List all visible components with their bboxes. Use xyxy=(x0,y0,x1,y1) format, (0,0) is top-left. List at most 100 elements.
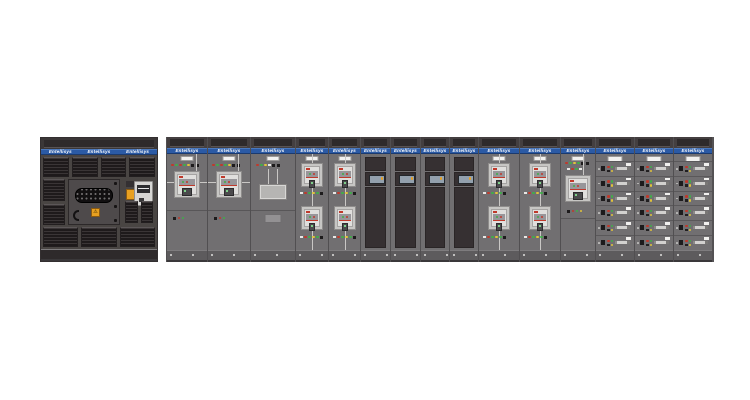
door-split-line xyxy=(251,210,295,211)
drawer-handle[interactable] xyxy=(615,211,630,214)
perforated-door[interactable] xyxy=(365,187,386,248)
section-door[interactable] xyxy=(561,154,595,250)
duct-inset xyxy=(424,139,446,147)
single-breaker-section: Entellisys xyxy=(560,137,595,262)
mcc-drawer[interactable] xyxy=(596,220,634,235)
mcc-drawer[interactable] xyxy=(596,176,634,191)
dual-breaker-section-4: Entellisys xyxy=(519,137,560,262)
circuit-breaker-lower[interactable] xyxy=(301,206,323,230)
indicator-lights-lower xyxy=(524,235,547,239)
circuit-breaker-lower[interactable] xyxy=(334,206,356,230)
mcc-drawer[interactable] xyxy=(674,176,712,191)
drawer-handle[interactable] xyxy=(615,167,630,170)
drawer-handle[interactable] xyxy=(654,182,669,185)
perforated-door[interactable] xyxy=(425,187,445,248)
drawer-handle[interactable] xyxy=(615,182,630,185)
circuit-breaker-lower[interactable] xyxy=(488,206,510,230)
mcc-drawer[interactable] xyxy=(635,191,673,206)
door-screw xyxy=(114,182,117,185)
mcc-drawer[interactable] xyxy=(596,161,634,176)
hmi-screen[interactable] xyxy=(458,175,474,184)
mcc-drawer[interactable] xyxy=(635,161,673,176)
drawer-handle[interactable] xyxy=(615,226,630,229)
drawer-handle[interactable] xyxy=(615,197,630,200)
mcc-drawer[interactable] xyxy=(596,205,634,220)
drawer-handle[interactable] xyxy=(654,197,669,200)
section-door[interactable] xyxy=(479,154,519,250)
circuit-breaker[interactable] xyxy=(216,171,242,198)
section-door[interactable] xyxy=(296,154,328,250)
mcc-drawer[interactable] xyxy=(674,235,712,250)
circuit-breaker[interactable] xyxy=(174,171,200,198)
drawer-handle[interactable] xyxy=(693,211,708,214)
section-door[interactable] xyxy=(208,154,250,250)
perforated-door[interactable] xyxy=(454,187,474,248)
mcc-drawer[interactable] xyxy=(674,191,712,206)
mcc-drawer[interactable] xyxy=(635,235,673,250)
drawer-handle[interactable] xyxy=(693,197,708,200)
hmi-unit[interactable] xyxy=(454,172,474,186)
mcc-drawer[interactable] xyxy=(674,205,712,220)
indicator-lights-2 xyxy=(567,167,582,171)
drawer-label xyxy=(704,193,709,196)
indicator-lights-upper xyxy=(483,191,506,195)
mcc-drawer-stack xyxy=(674,161,712,250)
brand-logo: Entellisys xyxy=(49,150,72,154)
drawer-indicator-lights xyxy=(646,195,652,202)
mcc-drawer[interactable] xyxy=(635,176,673,191)
duct-inset xyxy=(364,139,387,147)
circuit-breaker-upper[interactable] xyxy=(301,163,323,187)
hmi-unit[interactable] xyxy=(425,172,445,186)
section-door[interactable] xyxy=(167,154,207,250)
drawer-handle[interactable] xyxy=(693,241,708,244)
brand-logo: Entellisys xyxy=(394,149,417,153)
hmi-cabinet-2: Entellisys xyxy=(390,137,420,262)
duct-inset xyxy=(394,139,417,147)
mcc-drawer[interactable] xyxy=(674,220,712,235)
duct-inset xyxy=(638,139,670,147)
mcc-drawer[interactable] xyxy=(596,191,634,206)
breaker-display xyxy=(342,223,348,231)
section-door[interactable] xyxy=(251,154,295,250)
breaker-face xyxy=(304,209,320,227)
perforated-door[interactable] xyxy=(395,187,416,248)
mcc-drawer[interactable] xyxy=(674,161,712,176)
cabinet-door[interactable]: ⚠ xyxy=(68,179,120,225)
hmi-power-led xyxy=(381,177,384,180)
hmi-unit[interactable] xyxy=(395,172,416,186)
duct-inset xyxy=(44,140,154,148)
hmi-cabinet-4: Entellisys xyxy=(449,137,478,262)
drawer-handle[interactable] xyxy=(693,182,708,185)
duct-inset xyxy=(254,139,292,147)
section-door[interactable] xyxy=(520,154,560,250)
circuit-breaker[interactable] xyxy=(565,175,591,202)
mcc-drawer[interactable] xyxy=(596,235,634,250)
mcc-drawer[interactable] xyxy=(635,220,673,235)
section-door[interactable] xyxy=(329,154,360,250)
hmi-screen[interactable] xyxy=(429,175,445,184)
connector-panel xyxy=(75,188,113,203)
drawer-handle[interactable] xyxy=(654,241,669,244)
drawer-handle[interactable] xyxy=(615,241,630,244)
breaker-face xyxy=(177,174,197,195)
bus-duct xyxy=(635,137,673,148)
drawer-indicator-lights xyxy=(607,210,613,217)
drawer-handle[interactable] xyxy=(654,211,669,214)
circuit-breaker-upper[interactable] xyxy=(529,163,551,187)
feeder-section-1: Entellisys xyxy=(166,137,207,262)
mcc-column-3: Entellisys xyxy=(673,137,712,262)
drawer-handle[interactable] xyxy=(654,167,669,170)
hmi-unit[interactable] xyxy=(365,172,386,186)
door-handle[interactable] xyxy=(73,210,79,221)
brand-logo: Entellisys xyxy=(261,149,284,153)
circuit-breaker-upper[interactable] xyxy=(488,163,510,187)
circuit-breaker-lower[interactable] xyxy=(529,206,551,230)
louver-panel xyxy=(81,227,116,247)
circuit-breaker-upper[interactable] xyxy=(334,163,356,187)
mcc-drawer[interactable] xyxy=(635,205,673,220)
breaker-face xyxy=(532,209,548,227)
drawer-label xyxy=(626,222,631,225)
drawer-handle[interactable] xyxy=(693,226,708,229)
drawer-handle[interactable] xyxy=(693,167,708,170)
drawer-handle[interactable] xyxy=(654,226,669,229)
